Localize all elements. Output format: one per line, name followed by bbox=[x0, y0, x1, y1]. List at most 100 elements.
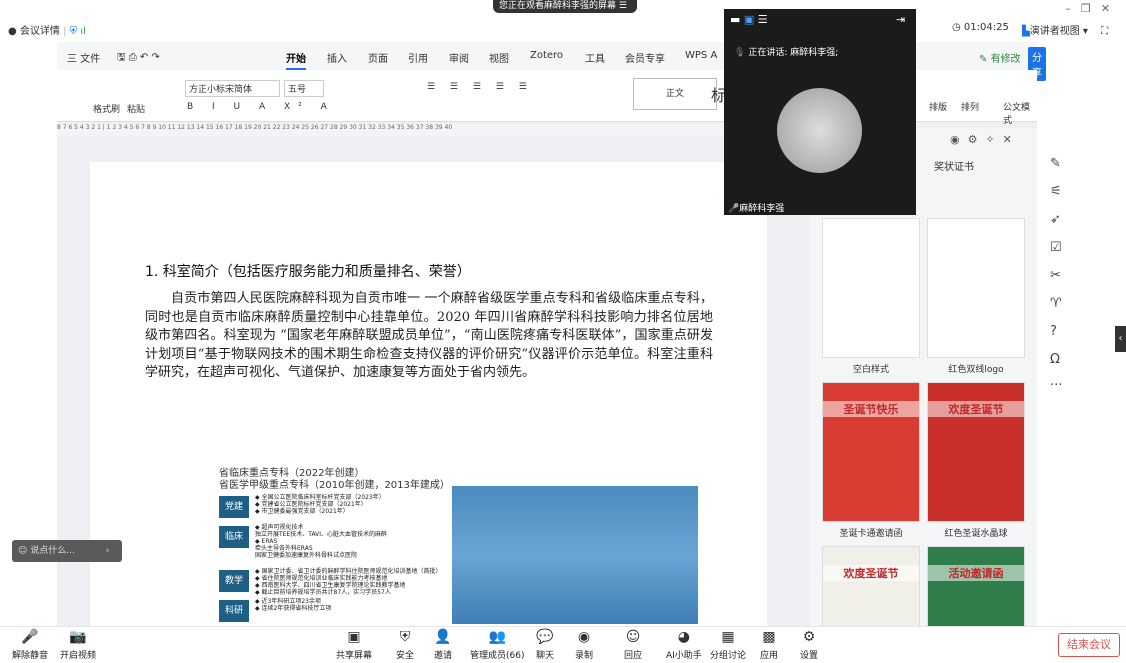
tab-home[interactable]: 开始 bbox=[286, 50, 306, 70]
apps-button[interactable]: ▩ 应用 bbox=[760, 630, 778, 661]
template-card[interactable] bbox=[927, 218, 1025, 358]
security-button[interactable]: ⛨ 安全 bbox=[396, 630, 414, 661]
fullscreen-icon[interactable]: ⛶ bbox=[1101, 26, 1108, 37]
breakout-button[interactable]: ▦ 分组讨论 bbox=[710, 630, 746, 661]
check-icon[interactable]: ☑ bbox=[1050, 240, 1062, 255]
security-icon: ⛨ bbox=[399, 629, 411, 645]
timer-text: 01:04:25 bbox=[963, 22, 1009, 33]
manage-members-button[interactable]: 👥 管理成员(66) bbox=[470, 630, 524, 661]
end-meeting-button[interactable]: 结束会议 bbox=[1058, 633, 1120, 657]
chat-button[interactable]: 💬 聊天 bbox=[536, 630, 554, 661]
toolbar-button-label: 邀请 bbox=[434, 651, 453, 661]
toolbar-button-label: 管理成员(66) bbox=[470, 651, 525, 661]
toolbar-button-label: 共享屏幕 bbox=[336, 651, 373, 661]
signal-icon: ıl bbox=[80, 26, 86, 37]
settings-button[interactable]: ⚙ 设置 bbox=[800, 630, 818, 661]
horizontal-ruler[interactable]: 8 7 6 5 4 3 2 1 | 1 2 3 4 5 6 7 8 9 10 1… bbox=[57, 124, 727, 136]
tab-member[interactable]: 会员专享 bbox=[625, 50, 665, 65]
camera-off-icon: 📷 bbox=[69, 629, 87, 645]
video-window-controls[interactable]: ▬ ▣ ☰ bbox=[730, 13, 768, 26]
order-button[interactable]: 排列 bbox=[961, 100, 979, 113]
speaker-name: 麻醉科李强 bbox=[739, 204, 785, 214]
template-card[interactable] bbox=[822, 218, 920, 358]
menu-icon: ☰ bbox=[618, 1, 627, 11]
collapse-icon[interactable]: ⇥ bbox=[896, 13, 905, 26]
meeting-info-button[interactable]: ● 会议详情 | ⛨ ıl bbox=[8, 22, 86, 37]
camera-off-button[interactable]: 📷 开启视频 bbox=[60, 630, 96, 661]
image-category-label: 教学 bbox=[219, 570, 249, 592]
help-icon[interactable]: ? bbox=[1050, 324, 1057, 339]
ai-assistant-button[interactable]: ◕ AI小助手 bbox=[666, 630, 702, 661]
right-tool-sidebar: ✎ ⚟ ➶ ☑ ✂ ♈ ? Ω ··· bbox=[1040, 128, 1074, 626]
window-controls[interactable]: –❐✕ bbox=[1065, 2, 1120, 15]
speaker-video-window[interactable]: ▬ ▣ ☰ ⇥ 🎙 正在讲话: 麻醉科李强; 🎤麻醉科李强 bbox=[724, 9, 916, 215]
view-mode-dropdown[interactable]: ▙演讲者视图 ▾ ⛶ bbox=[1022, 22, 1108, 37]
toolbar-button-label: AI小助手 bbox=[666, 651, 702, 661]
emoji-icon[interactable]: ☺ bbox=[18, 546, 27, 556]
view-mode-label: 演讲者视图 bbox=[1029, 26, 1080, 37]
panel-action-icons[interactable]: ◉⚙✧✕ bbox=[950, 133, 1020, 146]
official-mode-button[interactable]: 公文模式 bbox=[1003, 100, 1037, 126]
image-category-line: ◆ 国家卫计委、省卫计委的麻醉学科住院医师规范化培训基地（首批） bbox=[255, 568, 442, 575]
image-title-2: 省医学甲级重点专科（2010年创建，2013年建成） bbox=[219, 480, 450, 491]
chat-placeholder: 说点什么... bbox=[30, 546, 75, 556]
style-body-button[interactable]: 正文 bbox=[633, 78, 717, 110]
minimize-icon[interactable]: – bbox=[1065, 2, 1081, 15]
image-category-line: 国家卫健委加速康复外科骨科试点医院 bbox=[255, 552, 358, 559]
template-card-label: 红色圣诞水晶球 bbox=[944, 529, 1008, 539]
text-format-buttons[interactable]: B I U A X² A bbox=[187, 102, 335, 112]
adjust-icon[interactable]: ⚟ bbox=[1050, 184, 1062, 199]
close-icon[interactable]: ✕ bbox=[1101, 2, 1120, 15]
toolbar-button-label: 开启视频 bbox=[60, 651, 97, 661]
image-category-line: ◆ 截止目前培养规培学员共计87人，实习学员57人 bbox=[255, 589, 391, 596]
image-category-line: ◆ 超声可视化技术 bbox=[255, 524, 304, 531]
more-icon[interactable]: ··· bbox=[1050, 378, 1062, 393]
toolbar-button-label: 安全 bbox=[396, 651, 415, 661]
tab-review[interactable]: 审阅 bbox=[449, 50, 469, 65]
restore-icon[interactable]: ❐ bbox=[1081, 2, 1101, 15]
invite-button[interactable]: 👤 邀请 bbox=[434, 630, 452, 661]
share-banner[interactable]: 您正在观看麻醉科李强的屏幕 ☰ bbox=[493, 0, 637, 13]
template-card[interactable]: 欢度圣诞节 bbox=[927, 382, 1025, 522]
pen-icon[interactable]: ✎ bbox=[1050, 156, 1061, 171]
tab-page[interactable]: 页面 bbox=[368, 50, 388, 65]
quick-access-icons[interactable]: 🖫 ⎙ ↶ ↷ bbox=[117, 50, 160, 67]
invite-icon: 👤 bbox=[434, 629, 452, 645]
chat-input[interactable]: ☺ 说点什么... ‹ bbox=[12, 540, 122, 562]
font-name-select[interactable]: 方正小标宋简体 bbox=[185, 80, 280, 97]
tab-view[interactable]: 视图 bbox=[489, 50, 509, 65]
tab-insert[interactable]: 插入 bbox=[327, 50, 347, 65]
mic-off-button[interactable]: 🎤 解除静音 bbox=[12, 630, 48, 661]
cursor-icon[interactable]: ➶ bbox=[1050, 212, 1061, 227]
template-card-text: 欢度圣诞节 bbox=[928, 401, 1024, 417]
meeting-timer: ◷ 01:04:25 bbox=[952, 22, 1009, 33]
react-button[interactable]: ☺ 回应 bbox=[624, 630, 642, 661]
omega-icon[interactable]: Ω bbox=[1050, 352, 1060, 367]
speaking-indicator: 🎙 正在讲话: 麻醉科李强; bbox=[734, 45, 838, 58]
has-changes-label[interactable]: ✎ 有修改 bbox=[979, 50, 1021, 65]
tab-wps-ai[interactable]: WPS A bbox=[685, 50, 717, 61]
chevron-left-icon[interactable]: ‹ bbox=[106, 546, 110, 556]
tab-reference[interactable]: 引用 bbox=[408, 50, 428, 65]
tools-icon[interactable]: ✂ bbox=[1050, 268, 1061, 283]
record-button[interactable]: ◉ 录制 bbox=[575, 630, 593, 661]
font-size-select[interactable]: 五号 bbox=[284, 80, 324, 97]
toolbar-button-label: 设置 bbox=[800, 651, 819, 661]
template-card-label: 空白样式 bbox=[852, 365, 889, 375]
shield-icon[interactable]: ⛨ bbox=[70, 27, 78, 37]
paragraph-buttons[interactable]: ☰ ☰ ☰ ☰ ☰ bbox=[427, 82, 533, 92]
panel-collapse-button[interactable]: ‹ bbox=[1115, 326, 1126, 352]
tab-zotero[interactable]: Zotero bbox=[530, 50, 563, 61]
tab-tools[interactable]: 工具 bbox=[585, 50, 605, 65]
image-category-line: ◆ 党建省公立医院标杆党支部（2021年） bbox=[255, 501, 367, 508]
share-screen-button[interactable]: ▣ 共享屏幕 bbox=[336, 630, 372, 661]
format-painter-button[interactable]: 格式刷 bbox=[93, 102, 120, 115]
template-card[interactable]: 圣诞节快乐 bbox=[822, 382, 920, 522]
tab-file[interactable]: 三 文件 bbox=[67, 50, 100, 65]
arrange-button[interactable]: 排版 bbox=[929, 100, 947, 113]
shirt-icon[interactable]: ♈ bbox=[1050, 296, 1062, 311]
template-card-text: 圣诞节快乐 bbox=[823, 401, 919, 417]
paste-button[interactable]: 粘贴 bbox=[127, 102, 145, 115]
meeting-info-label: 会议详情 bbox=[19, 26, 60, 37]
template-card-text: 欢度圣诞节 bbox=[823, 565, 919, 581]
